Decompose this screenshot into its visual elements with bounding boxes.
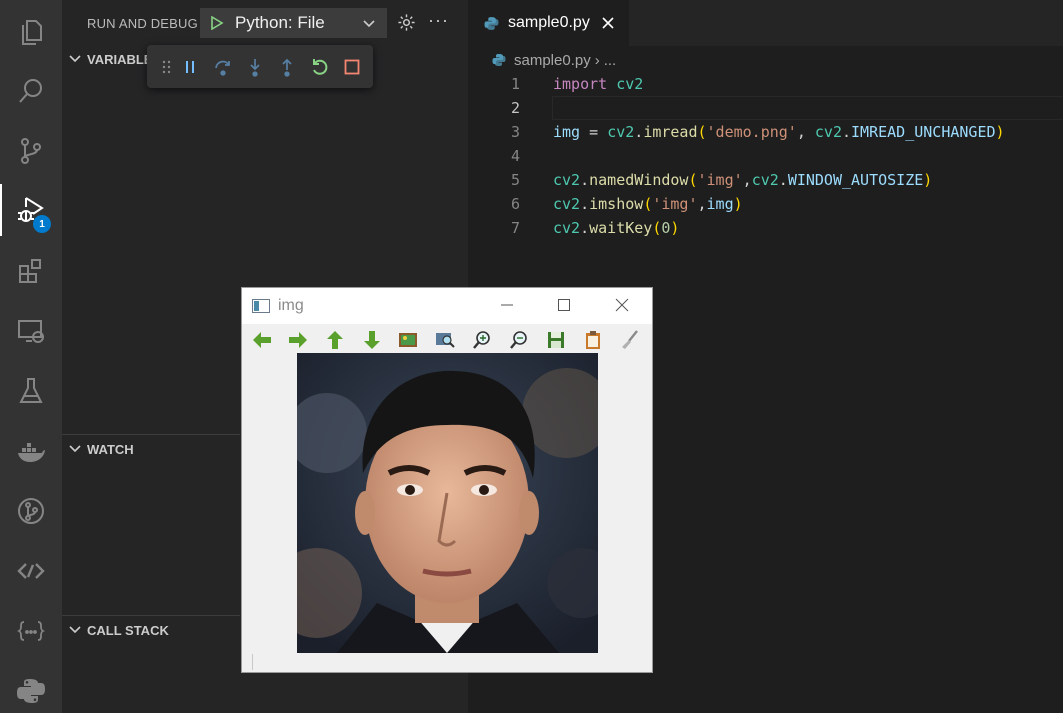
code-text: cv2.waitKey(0) bbox=[553, 219, 680, 237]
line-number: 3 bbox=[510, 123, 520, 141]
code-line: 6 cv2.imshow('img',img) bbox=[468, 192, 1063, 216]
restart-icon[interactable] bbox=[310, 57, 330, 77]
line-number: 6 bbox=[510, 195, 520, 213]
arrow-right-icon[interactable] bbox=[287, 329, 309, 351]
testing-icon[interactable] bbox=[0, 365, 62, 417]
zoom-out-icon[interactable] bbox=[508, 329, 530, 351]
extensions-icon[interactable] bbox=[0, 245, 62, 297]
code-line: 3 img = cv2.imread('demo.png', cv2.IMREA… bbox=[468, 120, 1063, 144]
watch-label: WATCH bbox=[87, 441, 134, 457]
explorer-icon[interactable] bbox=[0, 6, 62, 58]
debug-config-label: Python: File bbox=[235, 13, 325, 32]
more-actions-icon[interactable]: ··· bbox=[428, 10, 449, 31]
code-text: img = cv2.imread('demo.png', cv2.IMREAD_… bbox=[553, 123, 1005, 141]
breadcrumb: sample0.py › ... bbox=[492, 50, 616, 70]
arrow-left-icon[interactable] bbox=[251, 329, 273, 351]
chevron-down-icon bbox=[69, 626, 81, 634]
stop-icon[interactable] bbox=[342, 57, 362, 77]
debug-badge: 1 bbox=[33, 215, 51, 233]
step-out-icon[interactable] bbox=[277, 57, 297, 77]
remote-explorer-icon[interactable] bbox=[0, 305, 62, 357]
close-icon[interactable] bbox=[601, 16, 615, 30]
zoom-in-icon[interactable] bbox=[471, 329, 493, 351]
arrow-up-icon[interactable] bbox=[324, 329, 346, 351]
image-window: img bbox=[241, 287, 653, 673]
chevron-down-icon bbox=[363, 20, 375, 28]
step-over-icon[interactable] bbox=[213, 57, 233, 77]
chevron-right-icon: › bbox=[594, 51, 600, 69]
arrow-down-icon[interactable] bbox=[361, 329, 383, 351]
save-icon[interactable] bbox=[545, 329, 567, 351]
image-window-titlebar[interactable]: img bbox=[242, 288, 652, 324]
properties-icon[interactable] bbox=[582, 329, 604, 351]
activity-bar: 1 bbox=[0, 0, 62, 713]
status-bar-divider bbox=[252, 654, 253, 670]
breadcrumb-more[interactable]: ... bbox=[604, 52, 617, 69]
divider bbox=[62, 434, 240, 435]
code-line: 1 import cv2 bbox=[468, 72, 1063, 96]
line-number: 4 bbox=[510, 147, 520, 165]
breadcrumb-file[interactable]: sample0.py bbox=[514, 52, 591, 69]
zoom-fit-icon[interactable] bbox=[434, 329, 456, 351]
tab-bar: sample0.py bbox=[468, 0, 1063, 46]
maximize-icon[interactable] bbox=[556, 297, 572, 313]
debug-toolbar bbox=[147, 45, 373, 88]
python-icon[interactable] bbox=[0, 665, 62, 713]
code-text: cv2.namedWindow('img',cv2.WINDOW_AUTOSIZ… bbox=[553, 171, 933, 189]
docker-icon[interactable] bbox=[0, 425, 62, 477]
tab-sample0[interactable]: sample0.py bbox=[468, 0, 629, 46]
tab-label: sample0.py bbox=[508, 14, 590, 31]
code-text: cv2.imshow('img',img) bbox=[553, 195, 743, 213]
drag-handle-icon[interactable] bbox=[157, 57, 177, 77]
code-line: 7 cv2.waitKey(0) bbox=[468, 216, 1063, 240]
line-number: 7 bbox=[510, 219, 520, 237]
chevron-down-icon bbox=[69, 445, 81, 453]
python-file-icon bbox=[484, 16, 499, 30]
run-debug-icon[interactable]: 1 bbox=[0, 184, 62, 236]
code-line-current: 2 bbox=[468, 96, 1063, 120]
line-number: 2 bbox=[510, 99, 520, 117]
json-icon[interactable] bbox=[0, 605, 62, 657]
code-line: 5 cv2.namedWindow('img',cv2.WINDOW_AUTOS… bbox=[468, 168, 1063, 192]
source-control-icon[interactable] bbox=[0, 125, 62, 177]
git-graph-icon[interactable] bbox=[0, 485, 62, 537]
minimize-icon[interactable] bbox=[499, 297, 515, 313]
code-line: 4 bbox=[468, 144, 1063, 168]
window-icon bbox=[252, 299, 270, 313]
step-into-icon[interactable] bbox=[245, 57, 265, 77]
chevron-down-icon bbox=[69, 55, 81, 63]
gear-icon[interactable] bbox=[397, 13, 416, 32]
settings-brush-icon[interactable] bbox=[619, 329, 641, 351]
image-window-title: img bbox=[278, 297, 304, 314]
call-stack-section-header[interactable]: CALL STACK bbox=[62, 617, 240, 643]
watch-section-header[interactable]: WATCH bbox=[62, 436, 240, 462]
python-file-icon bbox=[492, 54, 506, 66]
code-editor[interactable]: 1 import cv2 2 3 img = cv2.imread('demo.… bbox=[468, 72, 1063, 240]
debug-config-select[interactable]: Python: File bbox=[200, 8, 387, 38]
line-number: 5 bbox=[510, 171, 520, 189]
live-share-icon[interactable] bbox=[0, 545, 62, 597]
divider bbox=[62, 615, 240, 616]
start-debugging-icon[interactable] bbox=[210, 16, 224, 30]
code-text: import cv2 bbox=[553, 75, 644, 93]
call-stack-label: CALL STACK bbox=[87, 622, 169, 638]
close-window-icon[interactable] bbox=[614, 297, 630, 313]
run-debug-title: RUN AND DEBUG bbox=[87, 16, 198, 31]
search-icon[interactable] bbox=[0, 65, 62, 117]
displayed-image bbox=[297, 353, 598, 653]
image-icon[interactable] bbox=[397, 329, 419, 351]
image-toolbar bbox=[242, 324, 652, 354]
line-number: 1 bbox=[510, 75, 520, 93]
pause-icon[interactable] bbox=[180, 57, 200, 77]
